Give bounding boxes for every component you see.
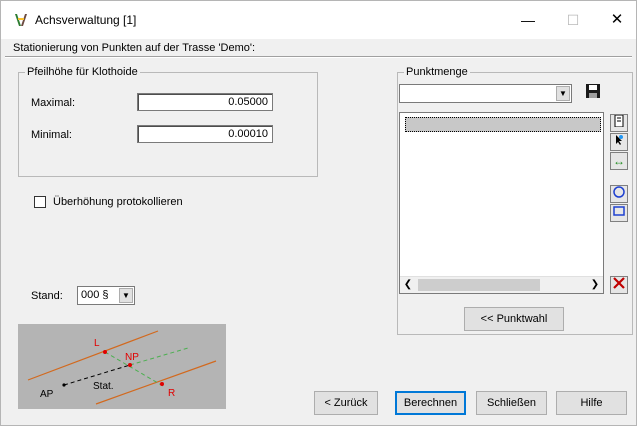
minimal-label: Minimal: (31, 129, 72, 141)
ueberhoehung-checkbox[interactable] (34, 196, 46, 208)
maximal-label: Maximal: (31, 97, 76, 109)
circle-select-icon (613, 186, 625, 198)
station-diagram: L NP AP Stat. R (18, 324, 226, 409)
zurueck-button[interactable]: < Zurück (314, 391, 378, 415)
stand-label: Stand: (31, 290, 63, 302)
dialog-window: Achsverwaltung [1] — ☐ ✕ Stationierung v… (0, 0, 637, 426)
point-AP (62, 383, 66, 387)
berechnen-button[interactable]: Berechnen (395, 391, 466, 415)
file-icon (614, 114, 624, 128)
stand-value: 000 § (81, 289, 109, 301)
station-diagram-svg: L NP AP Stat. R (27, 330, 217, 405)
horizontal-arrows-icon: ↔ (613, 154, 625, 168)
hilfe-button[interactable]: Hilfe (556, 391, 627, 415)
right-line (95, 360, 217, 405)
minimize-button[interactable]: — (508, 9, 548, 31)
point-R (160, 382, 164, 386)
label-L: L (94, 338, 100, 349)
measure-button[interactable]: ↔ (610, 152, 628, 170)
horizontal-scrollbar[interactable]: ❮ ❯ (400, 276, 603, 293)
rectangle-select-icon (613, 206, 625, 216)
maximize-button[interactable]: ☐ (553, 9, 593, 31)
scroll-right-icon[interactable]: ❯ (587, 277, 603, 293)
pfeilhoehe-title: Pfeilhöhe für Klothoide (25, 66, 140, 78)
file-button[interactable] (610, 114, 628, 132)
pick-point-icon (616, 135, 623, 145)
list-item[interactable] (405, 117, 601, 132)
pick-point-button[interactable] (610, 133, 628, 151)
delete-button[interactable] (610, 276, 628, 294)
maximal-input[interactable]: 0.05000 (137, 93, 273, 111)
floppy-disk-icon (586, 84, 600, 98)
save-button[interactable] (584, 83, 602, 101)
title-bar: Achsverwaltung [1] — ☐ ✕ (1, 1, 636, 39)
punktwahl-button[interactable]: << Punktwahl (464, 307, 564, 331)
schliessen-button[interactable]: Schließen (476, 391, 547, 415)
circle-select-button[interactable] (610, 185, 628, 203)
punktmenge-title: Punktmenge (404, 66, 470, 78)
subtitle-text: Stationierung von Punkten auf der Trasse… (13, 42, 256, 54)
scroll-thumb[interactable] (418, 279, 540, 291)
point-NP (128, 363, 132, 367)
label-R: R (168, 388, 175, 399)
punktmenge-select[interactable]: ▼ (399, 84, 572, 103)
stand-select[interactable]: 000 § ▼ (77, 286, 135, 305)
chevron-down-icon[interactable]: ▼ (119, 288, 133, 303)
ueberhoehung-label: Überhöhung protokollieren (53, 196, 183, 208)
caliper-icon (15, 14, 27, 26)
separator (5, 56, 632, 58)
scroll-left-icon[interactable]: ❮ (400, 277, 416, 293)
window-title: Achsverwaltung [1] (35, 13, 137, 27)
chevron-down-icon[interactable]: ▼ (556, 86, 570, 101)
point-L (103, 350, 107, 354)
label-Stat: Stat. (93, 381, 114, 392)
punkt-listbox[interactable]: ❮ ❯ (399, 112, 604, 294)
rectangle-select-button[interactable] (610, 204, 628, 222)
red-x-icon (613, 277, 625, 289)
label-NP: NP (125, 352, 139, 363)
close-button[interactable]: ✕ (597, 9, 637, 31)
minimal-input[interactable]: 0.00010 (137, 125, 273, 143)
label-AP: AP (40, 389, 54, 400)
